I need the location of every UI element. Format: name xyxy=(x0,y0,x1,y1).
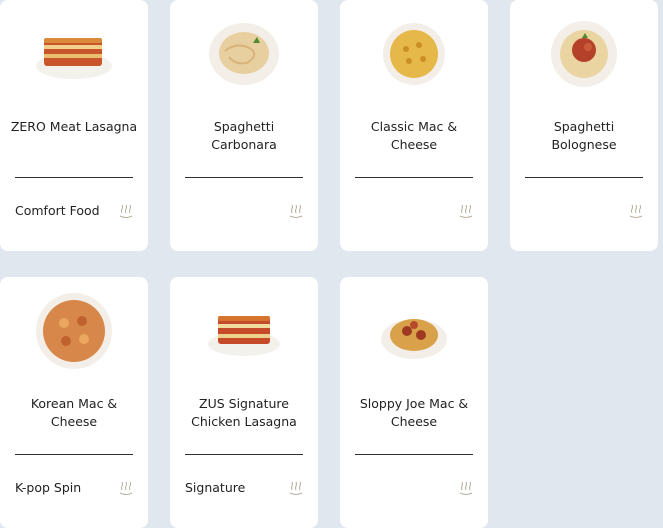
menu-card-title: Sloppy Joe Mac & Cheese xyxy=(359,396,469,429)
menu-card-title: Korean Mac & Cheese xyxy=(30,396,118,429)
hot-steam-icon xyxy=(289,204,303,218)
menu-card-spaghetti-carbonara[interactable]: Spaghetti Carbonara xyxy=(170,0,318,251)
sloppy-joe-image xyxy=(340,301,488,365)
bolognese-image xyxy=(510,18,658,90)
menu-card-title: ZERO Meat Lasagna xyxy=(10,119,138,134)
menu-card-zero-meat-lasagna[interactable]: ZERO Meat Lasagna Comfort Food xyxy=(0,0,148,251)
hot-steam-icon xyxy=(459,481,473,495)
hot-steam-icon xyxy=(459,204,473,218)
hot-steam-icon xyxy=(629,204,643,218)
divider xyxy=(15,177,133,178)
menu-card-tag: K-pop Spin xyxy=(15,480,82,495)
hot-steam-icon xyxy=(119,204,133,218)
menu-card-spaghetti-bolognese[interactable]: Spaghetti Bolognese xyxy=(510,0,658,251)
menu-card-sloppy-joe-mac-cheese[interactable]: Sloppy Joe Mac & Cheese xyxy=(340,277,488,528)
divider xyxy=(525,177,643,178)
menu-card-korean-mac-cheese[interactable]: Korean Mac & Cheese K-pop Spin xyxy=(0,277,148,528)
menu-card-classic-mac-cheese[interactable]: Classic Mac & Cheese xyxy=(340,0,488,251)
menu-card-title: Spaghetti Bolognese xyxy=(551,119,617,152)
chicken-lasagna-image xyxy=(170,301,318,365)
lasagna-image xyxy=(0,18,148,90)
menu-card-title: ZUS Signature Chicken Lasagna xyxy=(191,396,297,429)
divider xyxy=(15,454,133,455)
menu-card-zus-signature-chicken-lasagna[interactable]: ZUS Signature Chicken Lasagna Signature xyxy=(170,277,318,528)
divider xyxy=(185,177,303,178)
divider xyxy=(185,454,303,455)
menu-card-title: Classic Mac & Cheese xyxy=(370,119,458,152)
hot-steam-icon xyxy=(289,481,303,495)
menu-card-tag: Comfort Food xyxy=(15,203,100,218)
mac-cheese-image xyxy=(340,18,488,90)
menu-card-title: Spaghetti Carbonara xyxy=(211,119,277,152)
hot-steam-icon xyxy=(119,481,133,495)
divider xyxy=(355,177,473,178)
menu-grid: ZERO Meat Lasagna Comfort Food Spaghetti… xyxy=(0,0,663,528)
korean-mac-image xyxy=(0,291,148,371)
divider xyxy=(355,454,473,455)
carbonara-image xyxy=(170,18,318,90)
menu-card-tag: Signature xyxy=(185,480,246,495)
